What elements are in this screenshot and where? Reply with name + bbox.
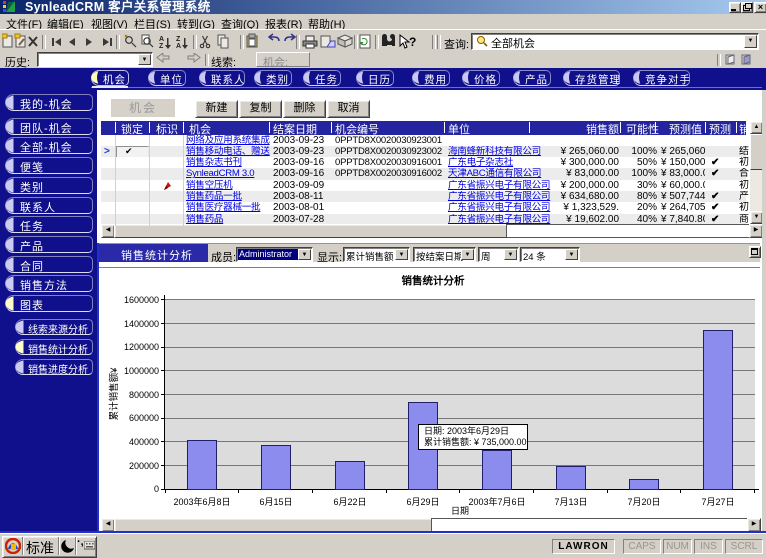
svg-text:7月27日: 7月27日 bbox=[701, 497, 734, 507]
svg-text:600000: 600000 bbox=[129, 413, 159, 423]
svg-text:2003年6月8日: 2003年6月8日 bbox=[173, 496, 230, 507]
svg-text:累计销售额: ¥ 735,000.00: 累计销售额: ¥ 735,000.00 bbox=[424, 436, 527, 447]
svg-text:1400000: 1400000 bbox=[124, 319, 159, 329]
svg-text:?: ? bbox=[409, 35, 416, 49]
svg-text:1200000: 1200000 bbox=[124, 342, 159, 352]
svg-text:200000: 200000 bbox=[129, 461, 159, 471]
svg-text:6月29日: 6月29日 bbox=[406, 497, 439, 507]
svg-text:7月13日: 7月13日 bbox=[554, 497, 587, 507]
svg-text:800000: 800000 bbox=[129, 390, 159, 400]
svg-text:1000000: 1000000 bbox=[124, 366, 159, 376]
svg-text:0: 0 bbox=[154, 484, 159, 494]
svg-text:日期: 2003年6月29日: 日期: 2003年6月29日 bbox=[424, 425, 509, 436]
svg-text:Z: Z bbox=[176, 36, 181, 43]
svg-text:6月22日: 6月22日 bbox=[333, 497, 366, 507]
svg-text:1600000: 1600000 bbox=[124, 295, 159, 305]
svg-text:6月15日: 6月15日 bbox=[259, 497, 292, 507]
svg-text:Z: Z bbox=[159, 43, 164, 50]
svg-text:2003年7月6日: 2003年7月6日 bbox=[468, 496, 525, 507]
svg-text:日期: 日期 bbox=[451, 506, 469, 516]
svg-text:400000: 400000 bbox=[129, 437, 159, 447]
svg-text:累计销售额¥: 累计销售额¥ bbox=[108, 367, 120, 421]
svg-text:7月20日: 7月20日 bbox=[627, 497, 660, 507]
svg-text:A: A bbox=[176, 43, 181, 50]
svg-text:A: A bbox=[159, 36, 164, 43]
svg-text:销售统计分析: 销售统计分析 bbox=[402, 274, 465, 287]
